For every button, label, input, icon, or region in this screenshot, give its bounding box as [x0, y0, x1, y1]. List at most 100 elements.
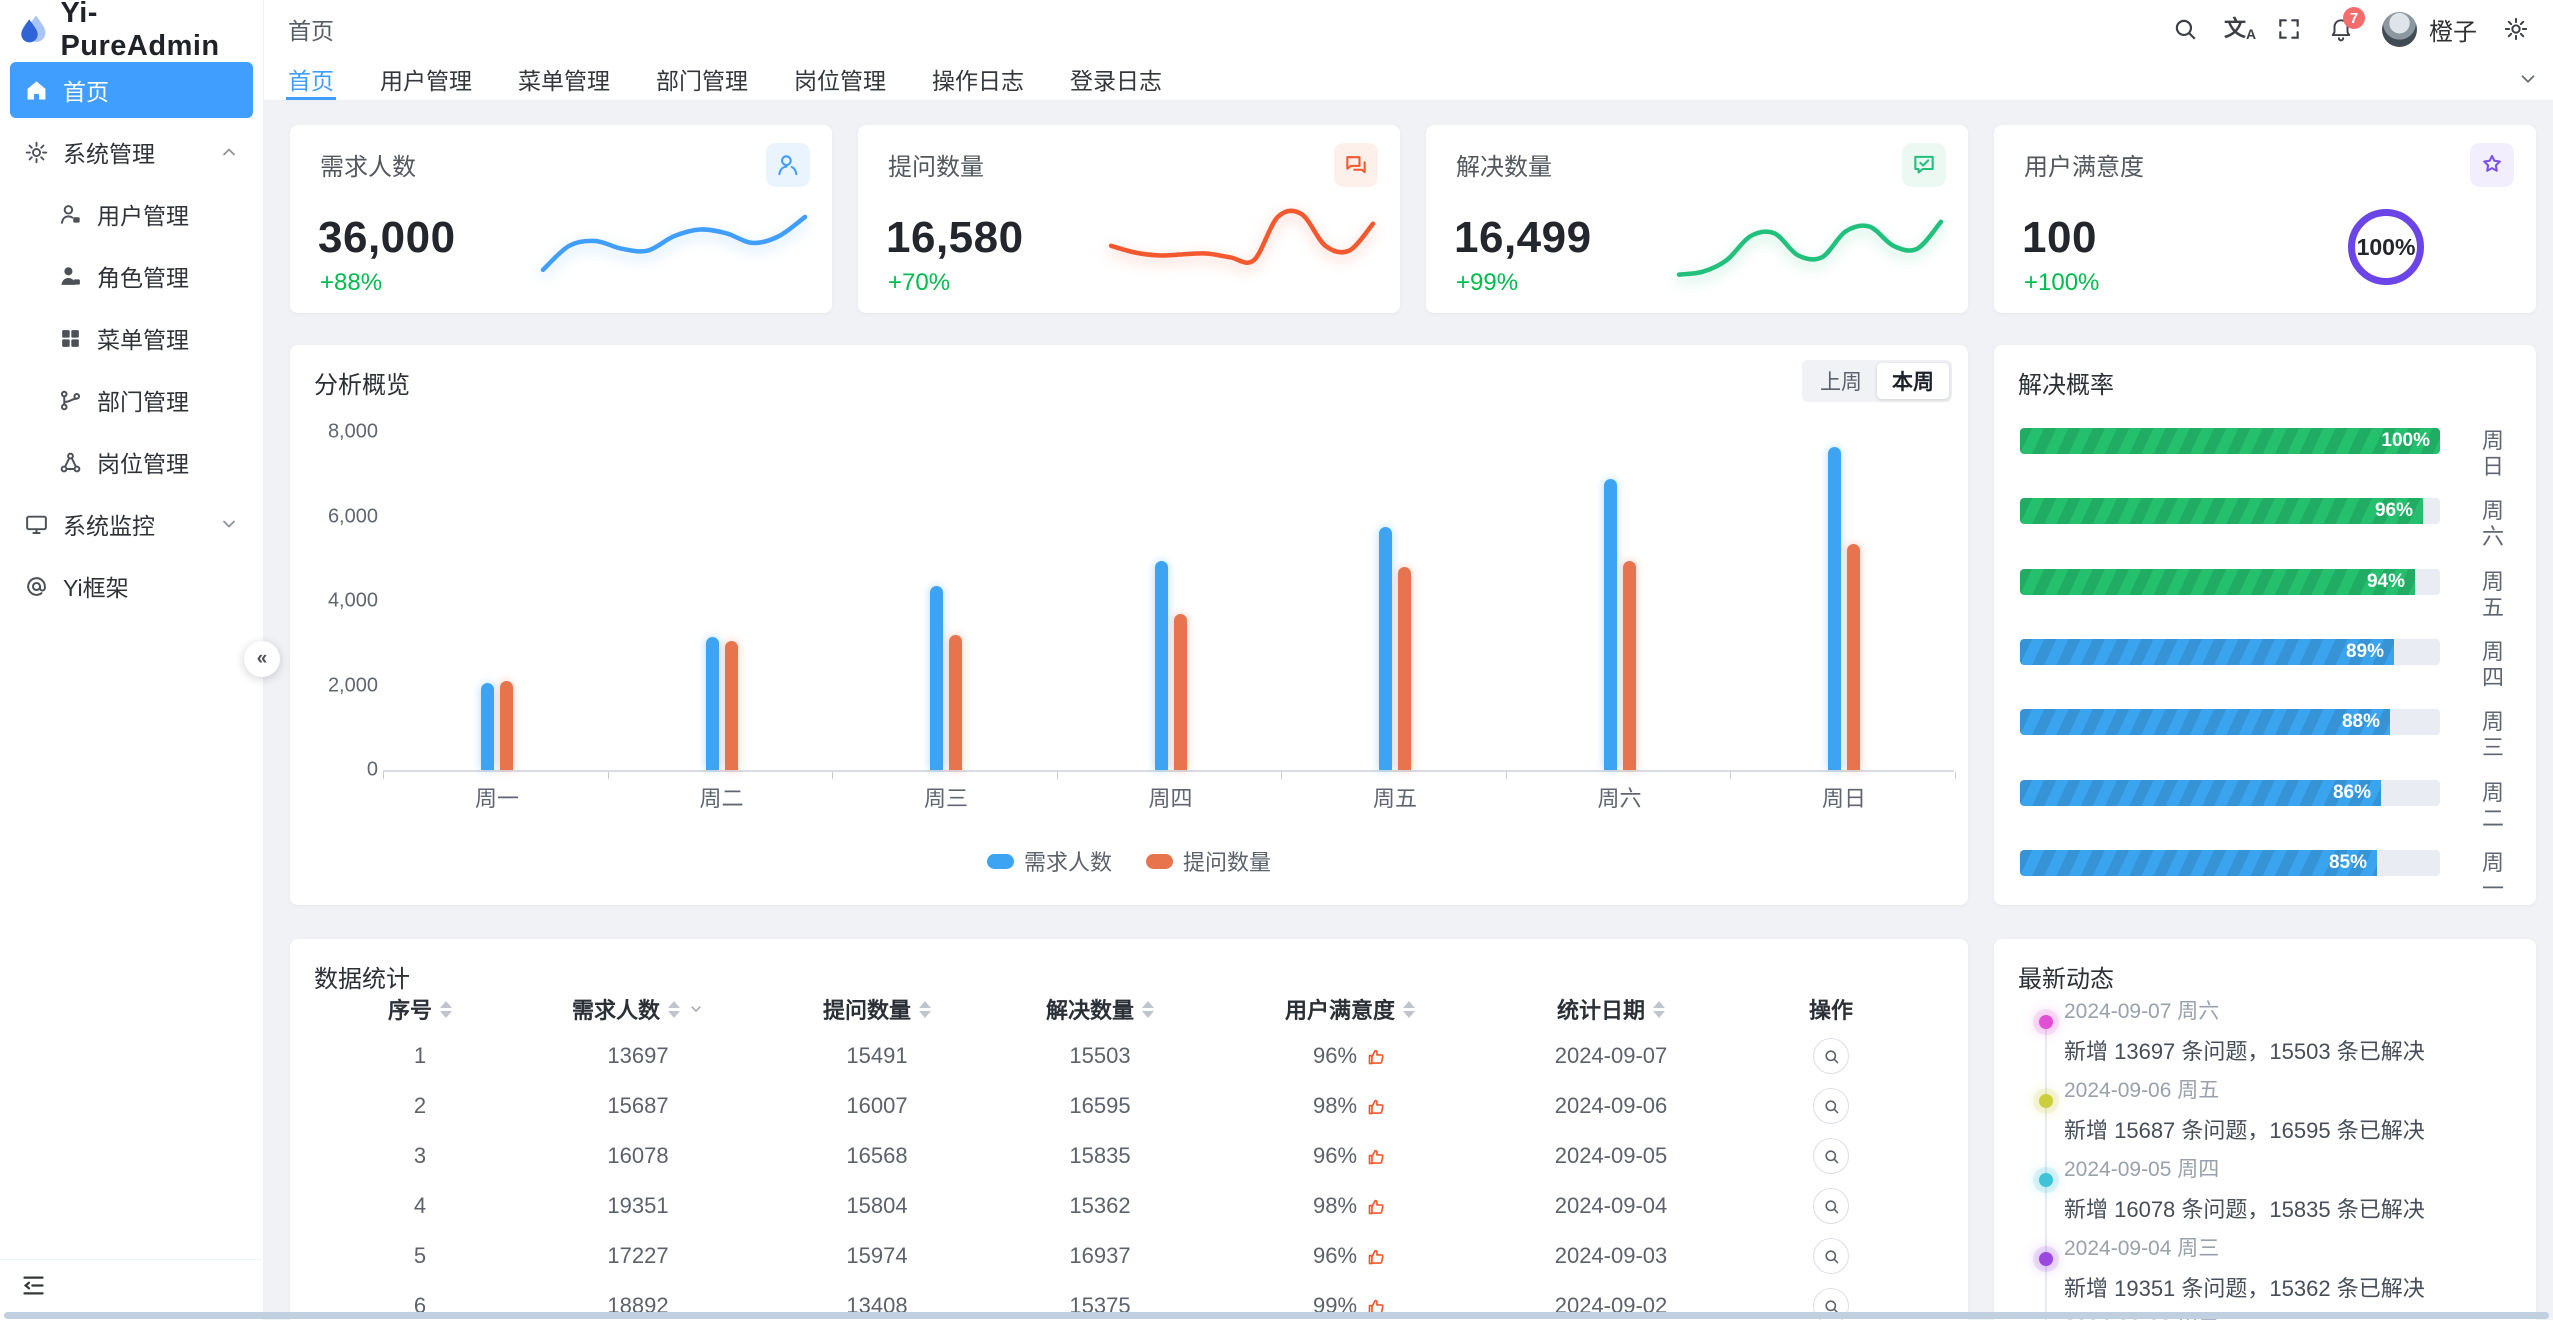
thumbs-up-icon [1366, 1246, 1387, 1267]
chevron-down-icon[interactable] [688, 1001, 704, 1017]
stat-card-value: 16,580 [886, 213, 1024, 263]
bar-需求人数-周三[interactable] [930, 586, 943, 770]
row-view-button[interactable] [1813, 1188, 1849, 1224]
tab-operation-log[interactable]: 操作日志 [932, 58, 1024, 100]
droplet-logo-icon [14, 11, 50, 49]
tab-user-management[interactable]: 用户管理 [380, 58, 472, 100]
tab-post-management[interactable]: 岗位管理 [794, 58, 886, 100]
bar-需求人数-周四[interactable] [1155, 561, 1168, 770]
fullscreen-icon[interactable] [2276, 16, 2302, 42]
column-header-label: 操作 [1809, 993, 1853, 1025]
this-week-button[interactable]: 本周 [1877, 363, 1949, 399]
row-view-button[interactable] [1813, 1238, 1849, 1274]
horizontal-scrollbar[interactable] [4, 1312, 2549, 1319]
cell-demand: 15687 [526, 1093, 750, 1119]
column-header-3[interactable]: 解决数量 [1004, 993, 1196, 1025]
bar-提问数量-周日[interactable] [1847, 544, 1860, 770]
progress-track: 94% [2020, 569, 2440, 595]
sidebar-item-user-management[interactable]: 用户管理 [10, 186, 253, 242]
column-header-0[interactable]: 序号 [314, 993, 526, 1025]
table-row: 1 13697 15491 15503 96% 2024-09-07 [314, 1031, 1944, 1081]
thumbs-up-icon [1366, 1096, 1387, 1117]
column-header-6[interactable]: 操作 [1718, 993, 1944, 1025]
logo-row[interactable]: Yi-PureAdmin [0, 0, 263, 60]
sidebar-item-menu-management[interactable]: 菜单管理 [10, 310, 253, 366]
sidebar-item-system-management[interactable]: 系统管理 [10, 124, 253, 180]
bell-icon[interactable]: 7 [2328, 16, 2354, 42]
chevron-down-icon [219, 514, 239, 534]
sidebar-item-role-management[interactable]: 角色管理 [10, 248, 253, 304]
cell-index: 3 [314, 1143, 526, 1169]
last-week-button[interactable]: 上周 [1805, 363, 1877, 399]
solve-probability-panel: 解决概率 100% 周日 96% 周六 94% 周五 [1994, 345, 2536, 905]
satisfaction-ring: 100% [2348, 209, 2424, 285]
tab-login-log[interactable]: 登录日志 [1070, 58, 1162, 100]
bar-提问数量-周二[interactable] [725, 641, 738, 770]
at-icon [24, 574, 49, 599]
row-view-button[interactable] [1813, 1138, 1849, 1174]
bar-需求人数-周日[interactable] [1828, 447, 1841, 770]
gear-icon[interactable] [2503, 16, 2529, 42]
sidebar-collapse-button[interactable]: « [244, 641, 280, 677]
column-header-4[interactable]: 用户满意度 [1196, 993, 1504, 1025]
tab-menu-management[interactable]: 菜单管理 [518, 58, 610, 100]
cell-demand: 16078 [526, 1143, 750, 1169]
progress-day-label: 周六 [2482, 498, 2504, 550]
y-axis-tick-label: 0 [308, 759, 378, 782]
sort-carets-icon[interactable] [440, 1001, 452, 1018]
sort-carets-icon[interactable] [1403, 1001, 1415, 1018]
row-view-button[interactable] [1813, 1038, 1849, 1074]
column-header-1[interactable]: 需求人数 [526, 993, 750, 1025]
tab-home[interactable]: 首页 [288, 58, 334, 100]
bar-提问数量-周一[interactable] [500, 681, 513, 770]
bar-需求人数-周五[interactable] [1379, 527, 1392, 770]
sparkline-chart [1106, 185, 1378, 297]
bar-提问数量-周四[interactable] [1174, 614, 1187, 770]
thumbs-up-icon [1366, 1196, 1387, 1217]
magnifier-icon [1823, 1198, 1840, 1215]
top-header: 首页 文A 7 橙子 [264, 0, 2553, 58]
app-root: Yi-PureAdmin 首页 系统管理 用户管理 角色管理 菜单管理 [0, 0, 2553, 1320]
translate-icon[interactable]: 文A [2224, 16, 2250, 42]
bar-提问数量-周六[interactable] [1623, 561, 1636, 770]
tab-dept-management[interactable]: 部门管理 [656, 58, 748, 100]
stat-card-value: 36,000 [318, 213, 456, 263]
tabs-dropdown-button[interactable] [2517, 58, 2539, 100]
username[interactable]: 橙子 [2429, 12, 2477, 47]
timeline-date: 2024-09-05 周四 [2064, 1153, 2425, 1183]
legend-item[interactable]: 提问数量 [1146, 845, 1271, 877]
progress-day-label: 周二 [2482, 780, 2504, 832]
bar-需求人数-周二[interactable] [706, 637, 719, 770]
progress-fill: 86% [2020, 780, 2381, 806]
sidebar-item-yi-framework[interactable]: Yi框架 [10, 558, 253, 614]
column-header-5[interactable]: 统计日期 [1504, 993, 1718, 1025]
bar-需求人数-周一[interactable] [481, 683, 494, 770]
x-axis-tick [1730, 772, 1731, 779]
sort-carets-icon[interactable] [668, 1001, 680, 1018]
sort-carets-icon[interactable] [919, 1001, 931, 1018]
sidebar-item-label: 系统监控 [63, 507, 219, 541]
breadcrumb[interactable]: 首页 [288, 12, 334, 46]
fold-menu-icon[interactable] [20, 1272, 47, 1299]
sidebar-item-home[interactable]: 首页 [10, 62, 253, 118]
progress-track: 88% [2020, 709, 2440, 735]
avatar[interactable] [2382, 12, 2417, 47]
stat-card-solved: 解决数量 16,499 +99% [1426, 125, 1968, 313]
x-axis-line [383, 770, 1954, 772]
table-row: 2 15687 16007 16595 98% 2024-09-06 [314, 1081, 1944, 1131]
progress-fill: 94% [2020, 569, 2415, 595]
timeline-text: 新增 13697 条问题，15503 条已解决 [2064, 1034, 2425, 1066]
legend-item[interactable]: 需求人数 [987, 845, 1112, 877]
column-header-2[interactable]: 提问数量 [750, 993, 1004, 1025]
sidebar-item-post-management[interactable]: 岗位管理 [10, 434, 253, 490]
sidebar-item-system-monitor[interactable]: 系统监控 [10, 496, 253, 552]
row-view-button[interactable] [1813, 1088, 1849, 1124]
sidebar-item-dept-management[interactable]: 部门管理 [10, 372, 253, 428]
bar-提问数量-周三[interactable] [949, 635, 962, 770]
sort-carets-icon[interactable] [1653, 1001, 1665, 1018]
bar-提问数量-周五[interactable] [1398, 567, 1411, 770]
sort-carets-icon[interactable] [1142, 1001, 1154, 1018]
search-icon[interactable] [2172, 16, 2198, 42]
cell-date: 2024-09-06 [1504, 1093, 1718, 1119]
bar-需求人数-周六[interactable] [1604, 479, 1617, 771]
